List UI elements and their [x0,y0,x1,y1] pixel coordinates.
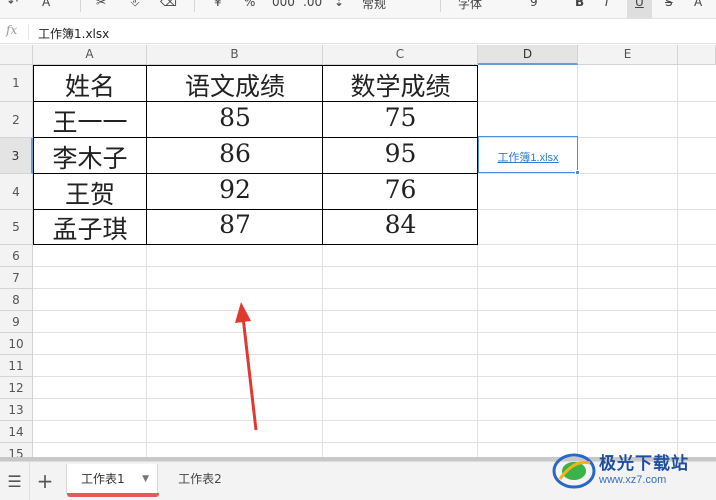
row-header-3[interactable]: 3 [0,138,33,174]
chevron-down-icon[interactable]: ▼ [142,464,149,494]
gridline [33,332,716,333]
row-header-14[interactable]: 14 [0,421,33,443]
decimal-increase-icon[interactable]: .00 [303,0,322,9]
sheet-tab-label: 工作表1 [81,472,125,486]
arrow-shaft [241,316,258,431]
cell-c1[interactable]: 数学成绩 [323,67,478,103]
table-border [33,65,478,66]
clear-icon[interactable]: ⌫ [160,0,177,9]
sheet-tab-1[interactable]: 工作表1 ▼ [66,464,159,497]
toolbar: ↶ A ✂ ⎀ ⌫ ¥ % 000 .00 ⇣ 常规 字体 9 B I U S … [0,0,716,19]
font-size-select[interactable]: 9 [530,0,538,9]
watermark-logo: 极光下载站 www.xz7.com [552,445,712,497]
row-header-8[interactable]: 8 [0,289,33,311]
formula-input[interactable]: 工作簿1.xlsx [38,25,109,42]
gridline [677,65,678,457]
currency-icon[interactable]: ¥ [214,0,222,9]
font-color-button[interactable]: A [694,0,702,9]
font-family-select[interactable]: 字体 [458,0,482,12]
watermark-url: www.xz7.com [599,474,667,486]
italic-button[interactable]: I [605,0,609,9]
formula-bar: fx 工作簿1.xlsx [0,20,716,44]
sheet-list-icon[interactable]: ☰ [0,462,30,500]
gridline [33,398,716,399]
percent-icon[interactable]: % [244,0,255,9]
cell-b2[interactable]: 85 [147,103,323,132]
cell-a1[interactable]: 姓名 [33,67,147,103]
gridline [33,310,716,311]
cell-a3[interactable]: 李木子 [33,139,147,175]
cell-c4[interactable]: 76 [323,175,478,204]
column-header-a[interactable]: A [33,45,147,65]
cell-b1[interactable]: 语文成绩 [147,67,323,103]
cell-b5[interactable]: 87 [147,210,323,239]
active-tab-indicator [67,493,159,497]
gridline [33,266,716,267]
row-header-5[interactable]: 5 [0,210,33,245]
strikethrough-button[interactable]: S [665,0,673,9]
cell-c2[interactable]: 75 [323,103,478,132]
row-header-13[interactable]: 13 [0,399,33,421]
add-sheet-icon[interactable]: + [30,462,60,500]
sheet-tab-2[interactable]: 工作表2 [165,464,235,494]
spreadsheet-grid[interactable]: A B C D E 1 2 3 4 5 6 7 8 9 10 11 12 13 … [0,45,716,457]
column-header-b[interactable]: B [147,45,323,65]
row-header-12[interactable]: 12 [0,377,33,399]
hyperlink-cell-d3[interactable]: 工作簿1.xlsx [478,149,578,165]
column-header-d[interactable]: D [478,45,578,65]
column-header-e[interactable]: E [578,45,678,65]
arrow-head [235,302,251,323]
gridline [33,420,716,421]
bold-button[interactable]: B [575,0,584,9]
gridline [33,442,716,443]
gridline [33,354,716,355]
gridline [33,288,716,289]
decimal-decrease-icon[interactable]: ⇣ [334,0,344,9]
cell-a5[interactable]: 孟子琪 [33,210,147,246]
toolbar-divider [80,0,81,12]
cell-c5[interactable]: 84 [323,210,478,239]
toolbar-divider [440,0,441,12]
annotation-arrow [235,302,258,431]
watermark-title: 极光下载站 [599,454,689,474]
format-painter-icon[interactable]: ⎀ [130,0,140,10]
column-header-c[interactable]: C [323,45,478,65]
row-header-6[interactable]: 6 [0,245,33,267]
cell-b4[interactable]: 92 [147,175,323,204]
watermark-icon [552,453,596,489]
row-header-4[interactable]: 4 [0,174,33,210]
cut-icon[interactable]: ✂ [96,0,106,9]
underline-button[interactable]: U [635,0,644,9]
row-header-15[interactable]: 15 [0,443,33,457]
row-header-11[interactable]: 11 [0,355,33,377]
fx-icon[interactable]: fx [6,23,17,37]
undo-icon[interactable]: ↶ [8,0,18,9]
fill-handle[interactable] [575,170,580,175]
formula-bar-divider [28,24,29,40]
cell-b3[interactable]: 86 [147,139,323,168]
toolbar-divider [194,0,195,12]
gridline [33,376,716,377]
row-header-9[interactable]: 9 [0,311,33,333]
row-header-7[interactable]: 7 [0,267,33,289]
number-format-select[interactable]: 常规 [362,0,386,12]
cell-a2[interactable]: 王一一 [33,103,147,139]
select-all-corner[interactable] [0,45,33,65]
row-header-2[interactable]: 2 [0,102,33,138]
cell-a4[interactable]: 王贺 [33,175,147,211]
font-color-icon[interactable]: A [42,0,50,9]
thousands-icon[interactable]: 000 [272,0,295,9]
row-header-1[interactable]: 1 [0,65,33,102]
column-header-f[interactable] [678,45,716,65]
gridline [577,65,578,457]
row-header-10[interactable]: 10 [0,333,33,355]
cell-c3[interactable]: 95 [323,139,478,168]
